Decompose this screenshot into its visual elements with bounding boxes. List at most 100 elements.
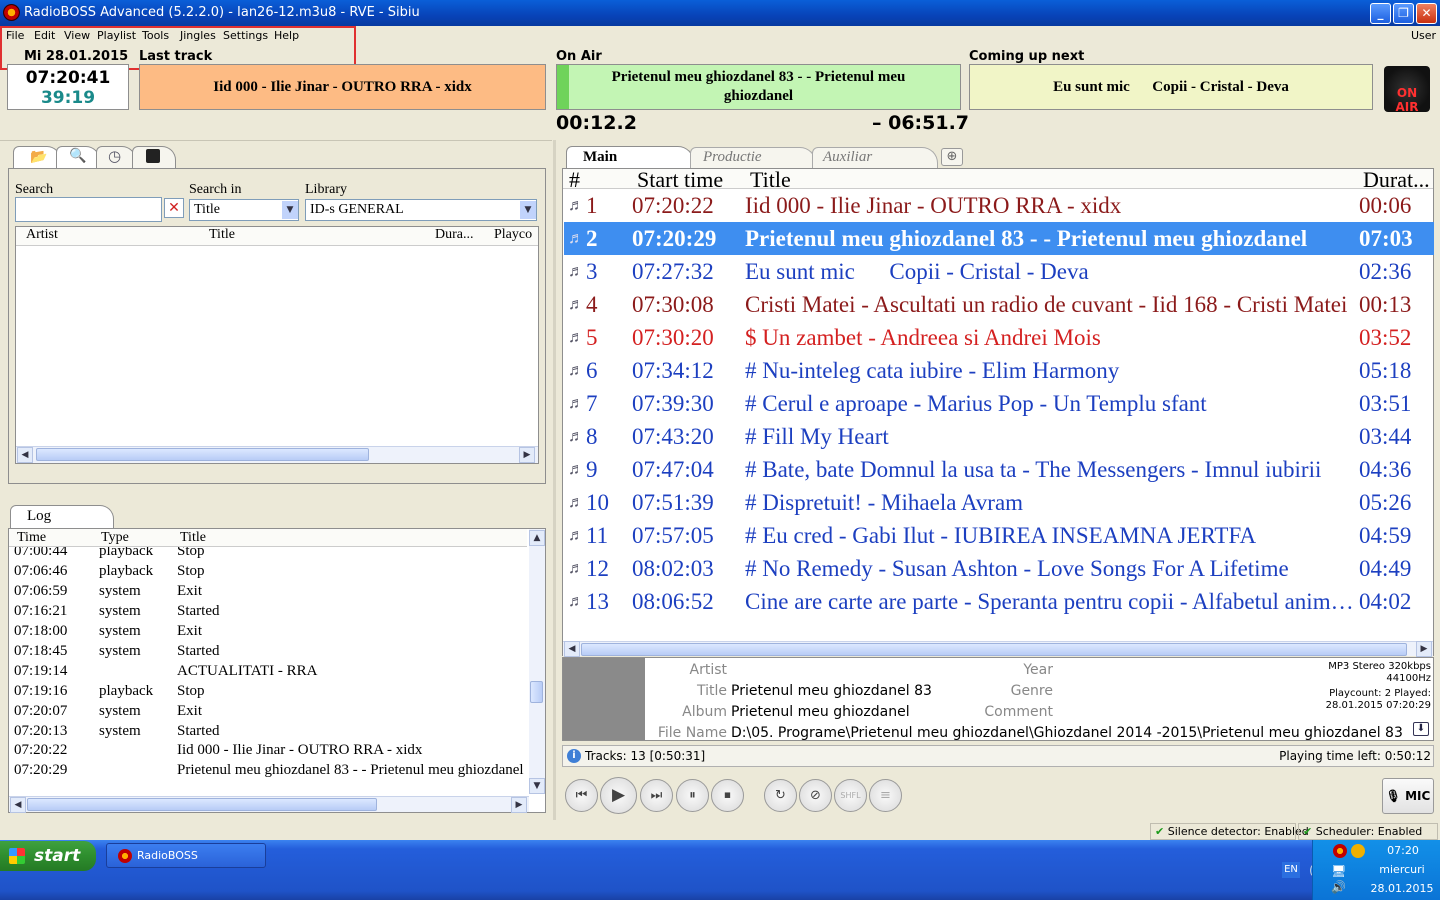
cart-icon [146, 149, 160, 163]
menu-user[interactable]: User [1411, 26, 1436, 46]
menu-settings[interactable]: Settings [223, 26, 268, 46]
tray-time[interactable]: 07:20 [1373, 844, 1433, 857]
tray-date: 28.01.2015 [1370, 882, 1434, 895]
col-duration[interactable]: Dura... [435, 227, 474, 243]
language-indicator[interactable]: EN [1282, 862, 1300, 878]
search-hscrollbar[interactable]: ◀ ▶ [16, 446, 538, 463]
play-button[interactable]: ▶ [600, 777, 637, 814]
pause-button[interactable]: ⏸ [676, 779, 709, 812]
tab-auxiliar[interactable]: Auxiliar [812, 147, 938, 169]
menu-file[interactable]: File [6, 26, 24, 46]
scroll-left-button[interactable]: ◀ [10, 797, 26, 813]
scroll-right-button[interactable]: ▶ [511, 797, 527, 813]
menu-help[interactable]: Help [274, 26, 299, 46]
playlist-row[interactable]: ♬ 12 08:02:03 # No Remedy - Susan Ashton - … [564, 552, 1434, 585]
silence-detector-status[interactable]: ✔ Silence detector: Enabled [1150, 823, 1309, 840]
log-rows: 07:00:44 playback Stop 07:06:46 playback Sto… [14, 547, 524, 778]
clear-search-button[interactable]: ✕ [164, 198, 184, 218]
close-button[interactable]: ✕ [1416, 3, 1437, 24]
scroll-thumb[interactable] [581, 643, 1407, 656]
maximize-button[interactable]: ❐ [1393, 3, 1414, 24]
playlist-row[interactable]: ♬ 13 08:06:52 Cine are carte are parte - Sp… [564, 585, 1434, 618]
search-in-label: Search in [189, 182, 242, 197]
on-air-panel[interactable]: Prietenul meu ghiozdanel 83 - - Prietenu… [556, 64, 961, 110]
scroll-thumb[interactable] [27, 798, 377, 811]
menu-jingles[interactable]: Jingles [180, 26, 216, 46]
log-col-time[interactable]: Time [17, 530, 46, 546]
scroll-down-button[interactable]: ▼ [529, 778, 545, 794]
playlist-row[interactable]: ♬ 4 07:30:08 Cristi Matei - Ascultati un ra… [564, 288, 1434, 321]
tab-search[interactable]: 🔍 [56, 146, 100, 168]
scroll-up-button[interactable]: ▲ [529, 530, 545, 546]
playlist-row[interactable]: ♬ 1 07:20:22 Iid 000 - Ilie Jinar - OUTRO R… [564, 189, 1434, 222]
tab-browse[interactable]: 📂 [13, 146, 61, 168]
scroll-left-button[interactable]: ◀ [564, 641, 580, 657]
radioboss-tray-icon[interactable] [1333, 844, 1347, 858]
log-col-type[interactable]: Type [101, 530, 129, 546]
playlist-hscrollbar[interactable]: ◀ ▶ [563, 641, 1433, 657]
tab-auxiliar-label: Auxiliar [823, 149, 873, 165]
mic-button[interactable]: 🎙 MIC [1382, 778, 1434, 814]
previous-button[interactable]: ⏮ [565, 779, 598, 812]
playlist-row[interactable]: ♬ 9 07:47:04 # Bate, bate Domnul la usa ta … [564, 453, 1434, 486]
track-filename: D:\05. Programe\Prietenul meu ghiozdanel… [731, 725, 1403, 741]
update-tray-icon[interactable] [1351, 844, 1365, 858]
stop-button[interactable]: ⏹ [711, 779, 744, 812]
radioboss-app-icon[interactable] [3, 4, 20, 21]
search-in-select[interactable]: Title ▼ [189, 199, 299, 221]
col-artist[interactable]: Artist [26, 227, 58, 243]
playlist-row[interactable]: ♬ 8 07:43:20 # Fill My Heart 03:44 [564, 420, 1434, 453]
check-icon: ✔ [1155, 825, 1165, 838]
start-button[interactable]: start [0, 841, 96, 871]
loop-button[interactable]: ↻ [764, 779, 797, 812]
tab-cart[interactable] [132, 146, 176, 168]
playlist-row[interactable]: ♬ 3 07:27:32 Eu sunt mic Copii - Cristal - … [564, 255, 1434, 288]
scroll-right-button[interactable]: ▶ [1416, 641, 1432, 657]
search-input[interactable] [15, 197, 162, 222]
shuffle-button[interactable]: SHFL [834, 779, 867, 812]
tab-log[interactable]: Log [10, 505, 114, 529]
volume-icon[interactable]: 🔊 [1331, 880, 1346, 894]
playlist-row[interactable]: ♬ 7 07:39:30 # Cerul e aproape - Marius Pop… [564, 387, 1434, 420]
on-air-logo[interactable]: ON AIR [1384, 66, 1430, 114]
playlist-row[interactable]: ♬ 5 07:30:20 $ Un zambet - Andreea si Andre… [564, 321, 1434, 354]
menu-view[interactable]: View [64, 26, 90, 46]
disable-button[interactable]: ⊘ [799, 779, 832, 812]
list-button[interactable]: ≡ [869, 779, 902, 812]
search-results-list[interactable]: Artist Title Dura... Playco ◀ ▶ [15, 226, 539, 464]
menu-edit[interactable]: Edit [34, 26, 55, 46]
col-title[interactable]: Title [209, 227, 235, 243]
search-results-header: Artist Title Dura... Playco [16, 227, 538, 246]
scroll-thumb[interactable] [530, 681, 543, 703]
scroll-left-button[interactable]: ◀ [17, 447, 33, 463]
scroll-thumb[interactable] [36, 448, 369, 461]
audio-format: MP3 Stereo 320kbps [1328, 661, 1431, 672]
add-tab-button[interactable]: ⊕ [941, 148, 963, 166]
playlist-row-selected[interactable]: ♬ 2 07:20:29 Prietenul meu ghiozdanel 83 - … [564, 222, 1434, 255]
log-col-title[interactable]: Title [180, 530, 206, 546]
silence-detector-text: Silence detector: Enabled [1167, 825, 1309, 838]
next-button[interactable]: ⏭ [640, 779, 673, 812]
tab-productie[interactable]: Productie [690, 147, 816, 169]
coming-next-panel[interactable]: Eu sunt mic Copii - Cristal - Deva [969, 64, 1373, 110]
download-icon[interactable]: ⬇ [1413, 722, 1429, 736]
menu-playlist[interactable]: Playlist [97, 26, 136, 46]
playlist-row[interactable]: ♬ 11 07:57:05 # Eu cred - Gabi Ilut - IUBIR… [564, 519, 1434, 552]
log-hscrollbar[interactable]: ◀ ▶ [9, 796, 529, 813]
col-playcount[interactable]: Playco [494, 227, 532, 243]
microphone-icon: 🎙 [1385, 789, 1401, 803]
scheduler-status[interactable]: ✔ Scheduler: Enabled [1298, 823, 1438, 840]
splitter[interactable] [553, 140, 556, 820]
scroll-right-button[interactable]: ▶ [519, 447, 535, 463]
log-vscrollbar[interactable]: ▲ ▼ [529, 529, 545, 794]
tab-history[interactable]: ◷ [96, 146, 136, 168]
last-track-panel[interactable]: Iid 000 - Ilie Jinar - OUTRO RRA - xidx [139, 64, 546, 110]
tray-day: miercuri [1379, 863, 1425, 876]
network-icon[interactable]: 🖥 [1331, 864, 1346, 878]
library-select[interactable]: ID-s GENERAL ▼ [305, 199, 537, 221]
minimize-button[interactable]: _ [1370, 3, 1391, 24]
playlist-row[interactable]: ♬ 6 07:34:12 # Nu-inteleg cata iubire - Eli… [564, 354, 1434, 387]
taskbar-app-radioboss[interactable]: RadioBOSS [106, 843, 266, 868]
menu-tools[interactable]: Tools [142, 26, 169, 46]
playlist-row[interactable]: ♬ 10 07:51:39 # Dispretuit! - Mihaela Avram… [564, 486, 1434, 519]
